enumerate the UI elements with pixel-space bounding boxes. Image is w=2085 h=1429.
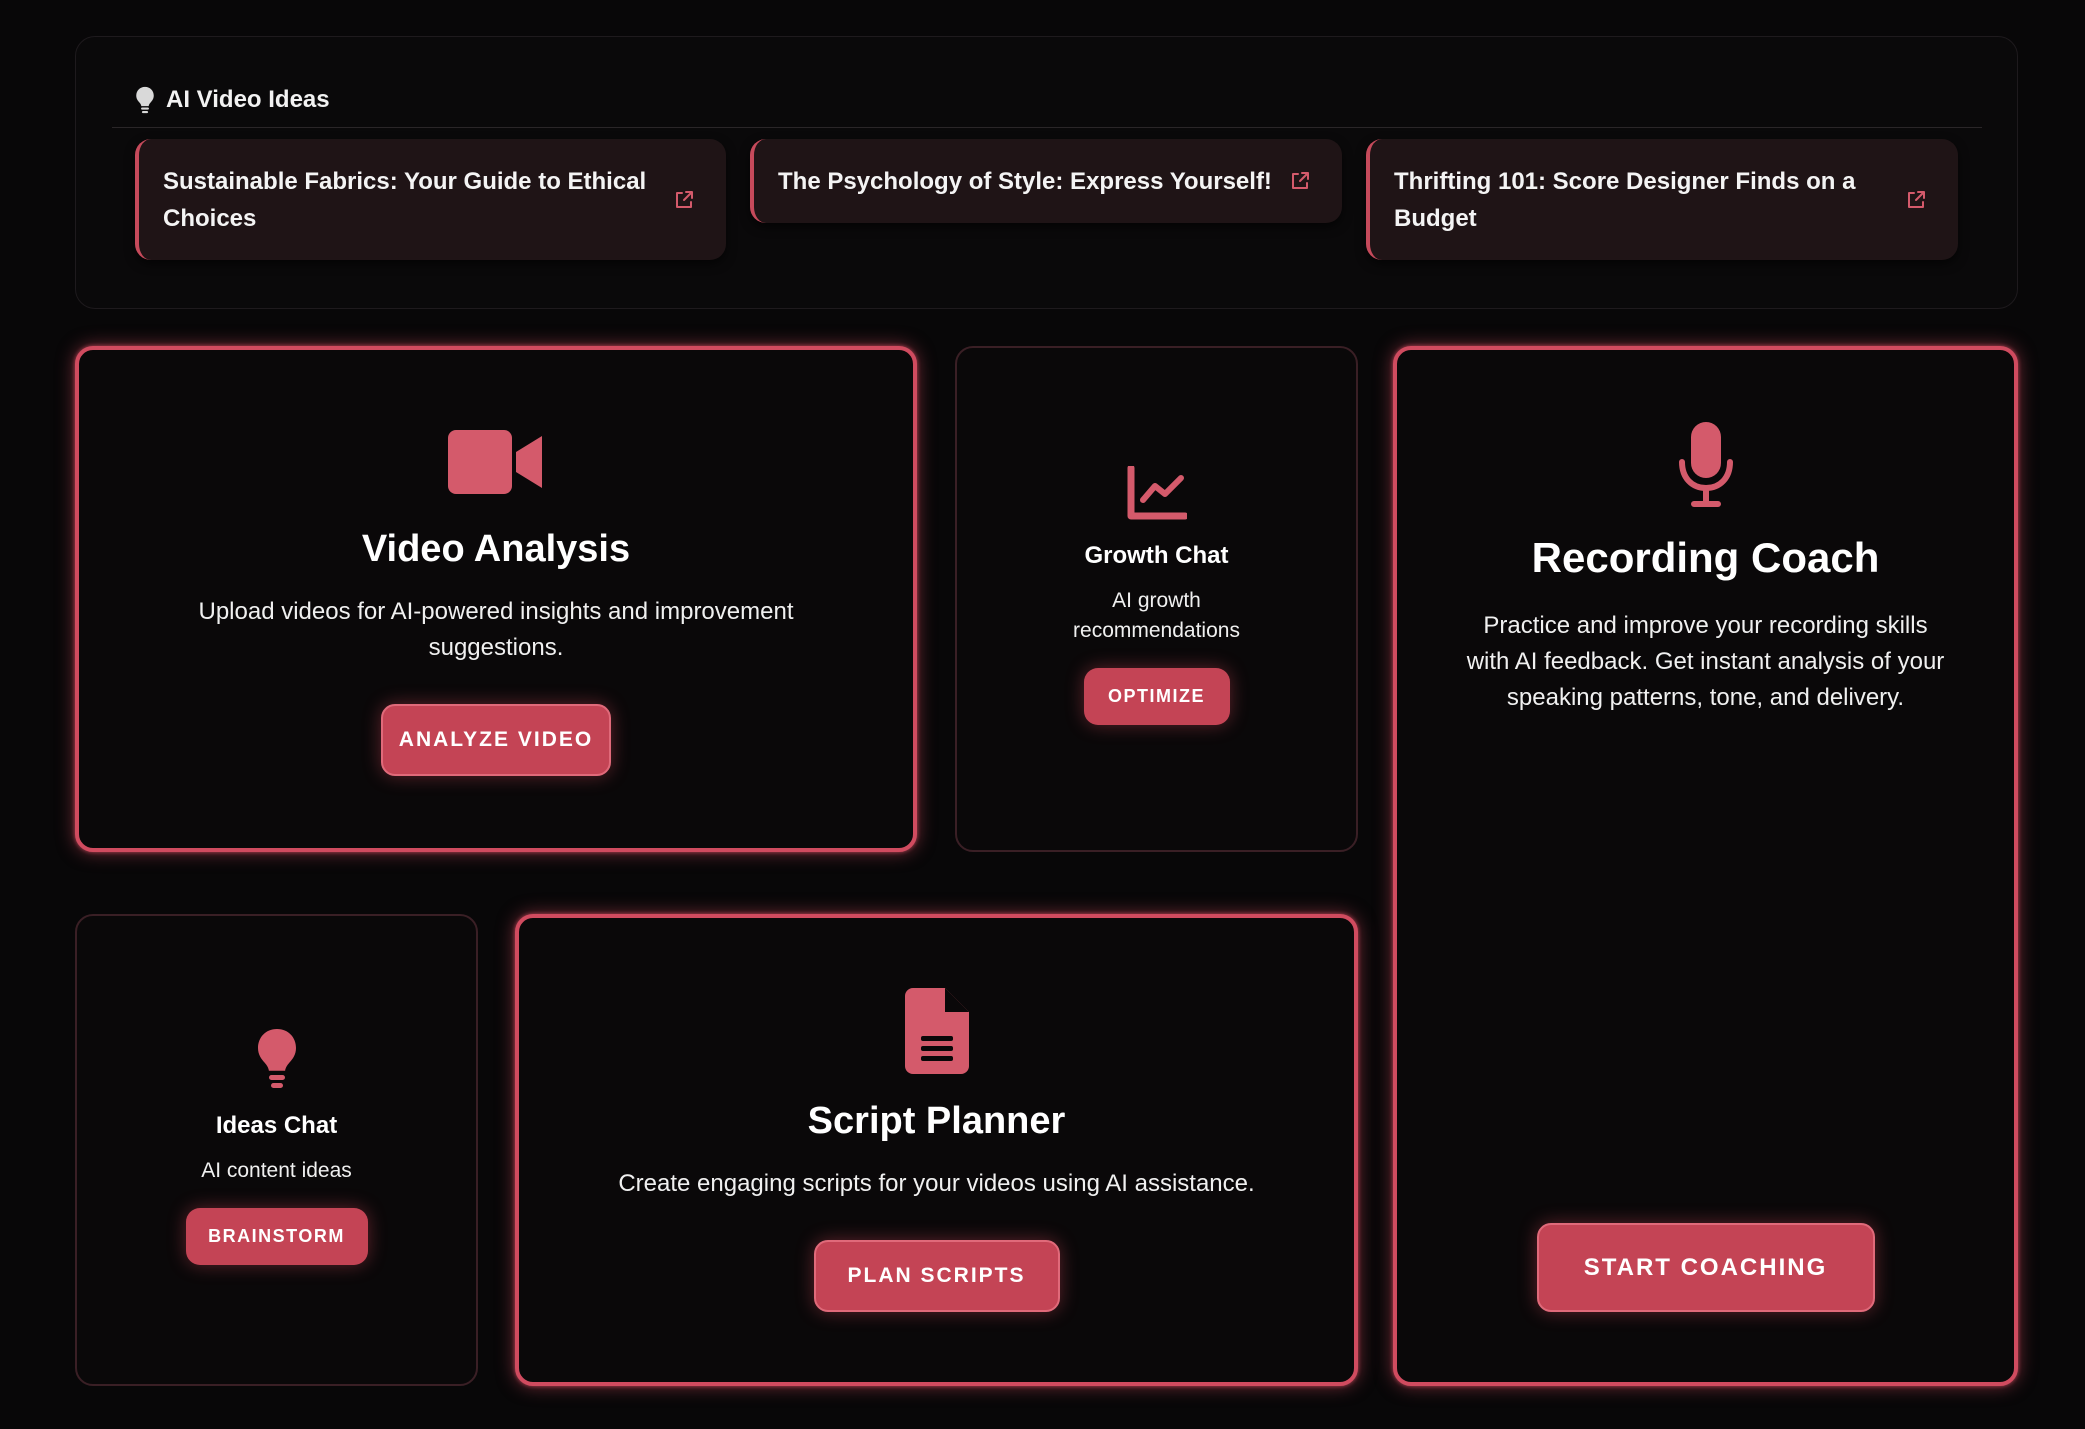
idea-card-2[interactable]: The Psychology of Style: Express Yoursel… bbox=[750, 139, 1342, 223]
idea-card-text: The Psychology of Style: Express Yoursel… bbox=[778, 167, 1272, 195]
plan-scripts-button[interactable]: PLAN SCRIPTS bbox=[813, 1240, 1060, 1312]
card-description: Practice and improve your recording skil… bbox=[1466, 612, 1945, 711]
script-planner-card: Script Planner Create engaging scripts f… bbox=[515, 914, 1358, 1386]
card-title: Script Planner bbox=[807, 1100, 1066, 1142]
external-link-icon[interactable] bbox=[674, 190, 694, 210]
ideas-chat-card: Ideas Chat AI content ideas BRAINSTORM bbox=[75, 914, 478, 1386]
line-chart-icon bbox=[1127, 466, 1187, 520]
card-title: Video Analysis bbox=[361, 528, 631, 570]
card-title: Ideas Chat bbox=[215, 1112, 338, 1139]
card-description: Upload videos for AI-powered insights an… bbox=[198, 598, 794, 661]
idea-card-1[interactable]: Sustainable Fabrics: Your Guide to Ethic… bbox=[135, 139, 726, 260]
optimize-button[interactable]: OPTIMIZE bbox=[1083, 668, 1230, 725]
lightbulb-icon bbox=[257, 1029, 296, 1088]
card-description: Create engaging scripts for your videos … bbox=[618, 1170, 1255, 1197]
idea-card-text: Sustainable Fabrics: Your Guide to Ethic… bbox=[163, 167, 647, 232]
external-link-icon[interactable] bbox=[1290, 171, 1310, 191]
card-title: Recording Coach bbox=[1531, 534, 1880, 581]
microphone-icon bbox=[1678, 422, 1733, 507]
video-camera-icon bbox=[448, 430, 542, 494]
card-description: AI content ideas bbox=[201, 1159, 352, 1182]
idea-card-text: Thrifting 101: Score Designer Finds on a… bbox=[1394, 167, 1856, 232]
card-description: AI growth recommendations bbox=[1073, 589, 1240, 642]
recording-coach-card: Recording Coach Practice and improve you… bbox=[1393, 346, 2018, 1386]
growth-chat-card: Growth Chat AI growth recommendations OP… bbox=[955, 346, 1358, 852]
card-title: Growth Chat bbox=[1084, 542, 1229, 569]
ideas-header: AI Video Ideas bbox=[112, 80, 1982, 128]
start-coaching-button[interactable]: START COACHING bbox=[1536, 1223, 1875, 1312]
analyze-video-button[interactable]: ANALYZE VIDEO bbox=[381, 704, 611, 776]
ideas-panel-title: AI Video Ideas bbox=[166, 86, 330, 113]
brainstorm-button[interactable]: BRAINSTORM bbox=[185, 1208, 368, 1265]
video-analysis-card: Video Analysis Upload videos for AI-powe… bbox=[75, 346, 917, 852]
external-link-icon[interactable] bbox=[1906, 190, 1926, 210]
lightbulb-icon bbox=[136, 86, 154, 114]
idea-card-3[interactable]: Thrifting 101: Score Designer Finds on a… bbox=[1366, 139, 1958, 260]
document-icon bbox=[904, 988, 969, 1074]
